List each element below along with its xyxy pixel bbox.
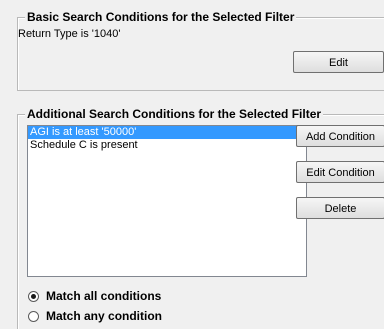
basic-condition-text: Return Type is '1040' — [18, 28, 121, 40]
match-all-radio[interactable]: Match all conditions — [28, 288, 161, 304]
match-all-label: Match all conditions — [46, 289, 162, 303]
edit-basic-button[interactable]: Edit — [293, 51, 384, 73]
additional-conditions-title: Additional Search Conditions for the Sel… — [25, 107, 324, 121]
edit-condition-button[interactable]: Edit Condition — [296, 161, 384, 183]
add-condition-button[interactable]: Add Condition — [296, 125, 384, 147]
match-any-label: Match any condition — [46, 309, 163, 323]
additional-conditions-group: Additional Search Conditions for the Sel… — [17, 107, 384, 329]
delete-condition-button[interactable]: Delete — [296, 197, 384, 219]
condition-list-item[interactable]: AGI is at least '50000' — [28, 126, 306, 139]
condition-list-item[interactable]: Schedule C is present — [28, 139, 306, 152]
basic-conditions-title: Basic Search Conditions for the Selected… — [25, 10, 297, 24]
radio-unchecked-icon — [28, 310, 39, 322]
basic-conditions-group: Basic Search Conditions for the Selected… — [17, 10, 384, 91]
match-any-radio[interactable]: Match any condition — [28, 308, 162, 324]
filter-conditions-panel: Basic Search Conditions for the Selected… — [0, 0, 384, 329]
conditions-listbox[interactable]: AGI is at least '50000' Schedule C is pr… — [27, 125, 307, 277]
radio-checked-icon — [28, 290, 39, 302]
